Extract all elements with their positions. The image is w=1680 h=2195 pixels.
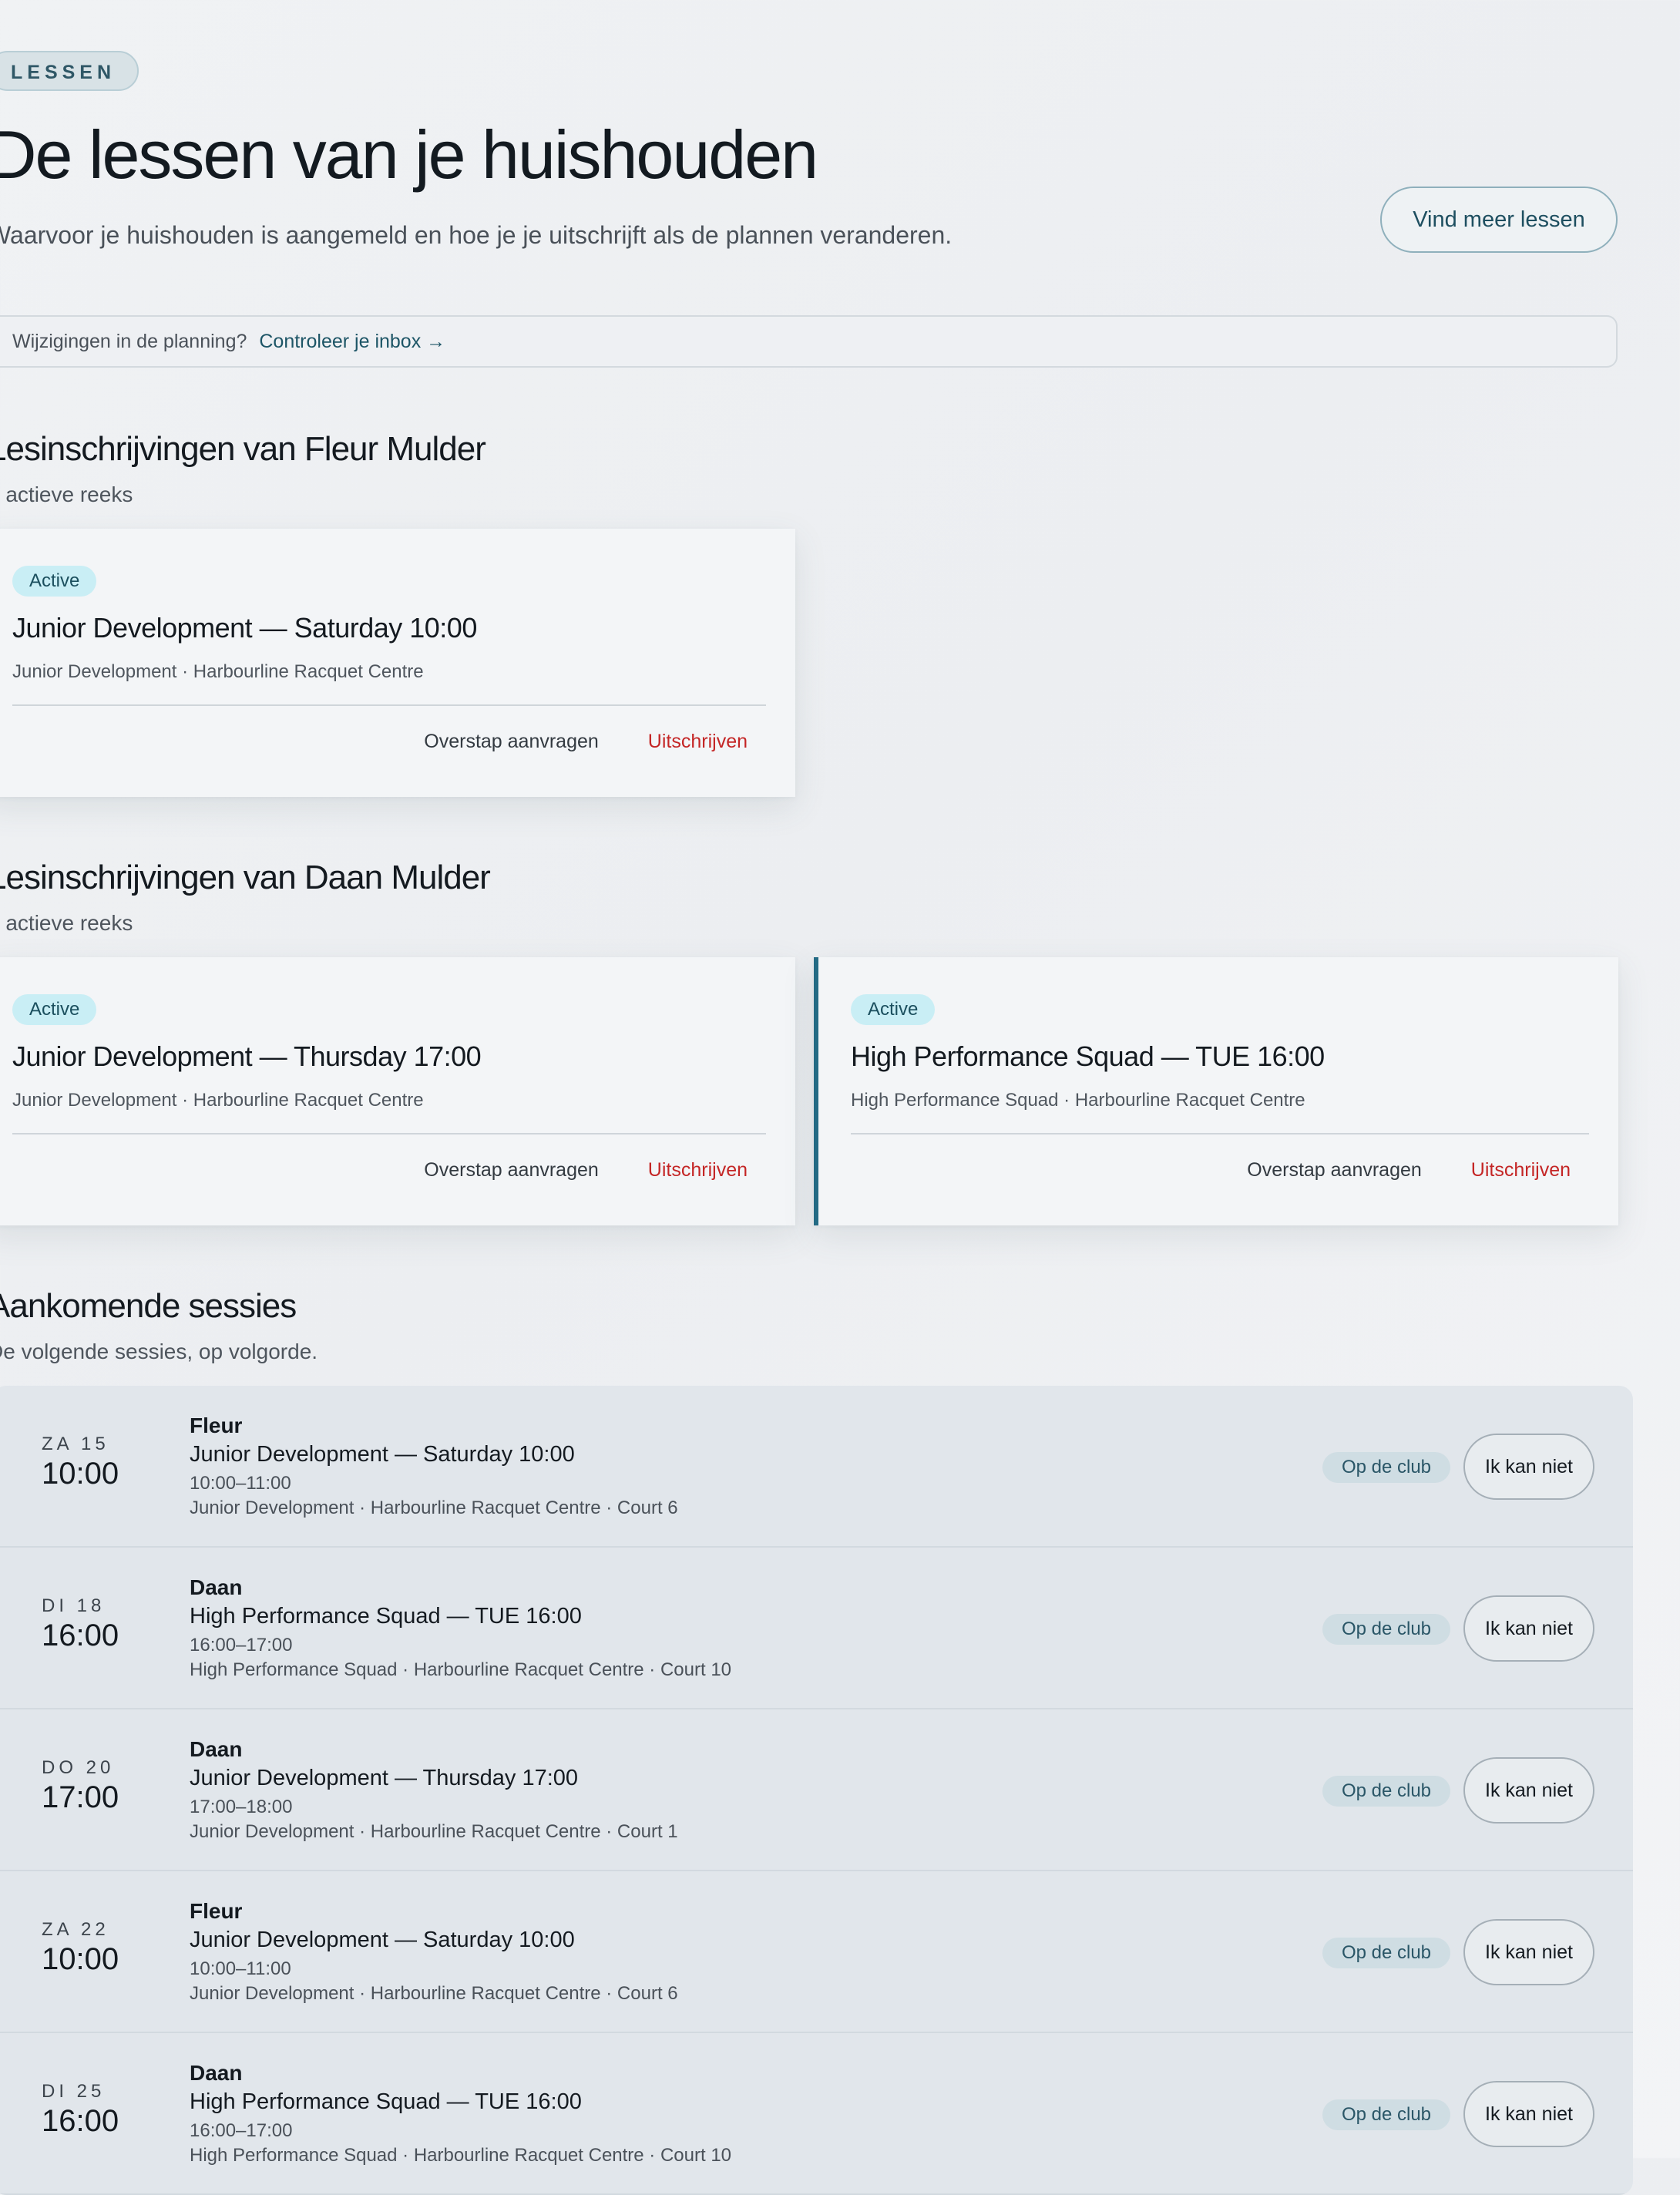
cannot-attend-button[interactable]: Ik kan niet — [1463, 1434, 1594, 1500]
session-person: Fleur — [190, 1413, 243, 1437]
page-title: De lessen van je huishouden — [0, 116, 818, 193]
check-inbox-link[interactable]: Controleer je inbox → — [259, 331, 445, 353]
session-title: Junior Development — Saturday 10:00 — [190, 1928, 575, 1952]
session-range: 10:00–11:00 — [190, 1958, 291, 1979]
session-location: High Performance Squad · Harbourline Rac… — [190, 2145, 732, 2166]
session-title: Junior Development — Thursday 17:00 — [190, 1766, 579, 1790]
request-switch-button[interactable]: Overstap aanvragen — [424, 1159, 599, 1182]
enrollments-count-daan: 2 actieve reeks — [0, 911, 133, 935]
card-actions: Overstap aanvragen Uitschrijven — [424, 1159, 748, 1182]
session-row: DI 25 16:00 Daan High Performance Squad … — [0, 2033, 1633, 2195]
session-person: Daan — [190, 1737, 243, 1761]
session-list: ZA 15 10:00 Fleur Junior Development — S… — [0, 1386, 1633, 2195]
card-divider — [851, 1133, 1589, 1134]
status-badge: Active — [851, 994, 936, 1025]
session-time: 10:00 — [42, 1942, 119, 1976]
find-more-lessons-button[interactable]: Vind meer lessen — [1380, 187, 1618, 253]
request-switch-button[interactable]: Overstap aanvragen — [424, 731, 599, 753]
session-day: ZA 22 — [42, 1919, 109, 1940]
page-subtitle: Waarvoor je huishouden is aangemeld en h… — [0, 221, 953, 249]
enrollment-meta: High Performance Squad · Harbourline Rac… — [851, 1090, 1305, 1111]
session-day: DO 20 — [42, 1757, 115, 1778]
card-actions: Overstap aanvragen Uitschrijven — [424, 731, 748, 753]
session-location: High Performance Squad · Harbourline Rac… — [190, 1659, 732, 1680]
session-range: 17:00–18:00 — [190, 1797, 293, 1817]
session-range: 16:00–17:00 — [190, 1635, 293, 1655]
status-badge: Active — [12, 566, 97, 597]
session-status-badge: Op de club — [1322, 1776, 1450, 1807]
enrollment-card: Active Junior Development — Thursday 17:… — [0, 957, 795, 1225]
session-location: Junior Development · Harbourline Racquet… — [190, 1498, 678, 1518]
section-eyebrow: LESSEN — [0, 51, 139, 91]
session-row: DI 18 16:00 Daan High Performance Squad … — [0, 1548, 1633, 1709]
schedule-notice-text: Wijzigingen in de planning? — [12, 330, 247, 352]
enrollments-title-fleur: Lesinschrijvingen van Fleur Mulder — [0, 430, 486, 468]
session-location: Junior Development · Harbourline Racquet… — [190, 1821, 678, 1842]
session-status-badge: Op de club — [1322, 1452, 1450, 1483]
unsubscribe-button[interactable]: Uitschrijven — [1471, 1159, 1571, 1182]
session-day: DI 25 — [42, 2081, 106, 2102]
card-divider — [12, 704, 766, 706]
session-status-badge: Op de club — [1322, 1938, 1450, 1968]
session-range: 16:00–17:00 — [190, 2120, 293, 2141]
cannot-attend-button[interactable]: Ik kan niet — [1463, 2081, 1594, 2147]
enrollment-meta: Junior Development · Harbourline Racquet… — [12, 661, 424, 682]
session-row: ZA 15 10:00 Fleur Junior Development — S… — [0, 1386, 1633, 1548]
enrollment-card-highlighted: Active High Performance Squad — TUE 16:0… — [814, 957, 1618, 1225]
session-row: DO 20 17:00 Daan Junior Development — Th… — [0, 1709, 1633, 1871]
unsubscribe-button[interactable]: Uitschrijven — [648, 731, 748, 753]
session-time: 16:00 — [42, 2104, 119, 2138]
unsubscribe-button[interactable]: Uitschrijven — [648, 1159, 748, 1182]
session-time: 10:00 — [42, 1457, 119, 1491]
enrollment-title: High Performance Squad — TUE 16:00 — [851, 1040, 1325, 1072]
card-divider — [12, 1133, 766, 1134]
upcoming-sessions-title: Aankomende sessies — [0, 1287, 297, 1325]
session-title: High Performance Squad — TUE 16:00 — [190, 2089, 582, 2114]
enrollment-title: Junior Development — Thursday 17:00 — [12, 1040, 482, 1072]
session-day: DI 18 — [42, 1595, 106, 1616]
card-actions: Overstap aanvragen Uitschrijven — [1247, 1159, 1571, 1182]
cannot-attend-button[interactable]: Ik kan niet — [1463, 1757, 1594, 1824]
session-title: Junior Development — Saturday 10:00 — [190, 1442, 575, 1467]
cannot-attend-button[interactable]: Ik kan niet — [1463, 1595, 1594, 1662]
enrollments-title-daan: Lesinschrijvingen van Daan Mulder — [0, 859, 491, 896]
session-time: 17:00 — [42, 1780, 119, 1814]
session-title: High Performance Squad — TUE 16:00 — [190, 1604, 582, 1629]
session-status-badge: Op de club — [1322, 1614, 1450, 1645]
upcoming-sessions-subtitle: De volgende sessies, op volgorde. — [0, 1340, 318, 1363]
session-status-badge: Op de club — [1322, 2099, 1450, 2130]
session-row: ZA 22 10:00 Fleur Junior Development — S… — [0, 1871, 1633, 2033]
cannot-attend-button[interactable]: Ik kan niet — [1463, 1919, 1594, 1985]
session-location: Junior Development · Harbourline Racquet… — [190, 1983, 678, 2004]
enrollments-count-fleur: 1 actieve reeks — [0, 482, 133, 506]
enrollment-card: Active Junior Development — Saturday 10:… — [0, 529, 795, 797]
session-day: ZA 15 — [42, 1434, 109, 1454]
session-time: 16:00 — [42, 1619, 119, 1652]
session-range: 10:00–11:00 — [190, 1473, 291, 1494]
session-person: Fleur — [190, 1899, 243, 1923]
status-badge: Active — [12, 994, 97, 1025]
enrollment-meta: Junior Development · Harbourline Racquet… — [12, 1090, 424, 1111]
schedule-notice: Wijzigingen in de planning? Controleer j… — [0, 315, 1618, 368]
enrollment-title: Junior Development — Saturday 10:00 — [12, 612, 477, 644]
request-switch-button[interactable]: Overstap aanvragen — [1247, 1159, 1422, 1182]
session-person: Daan — [190, 1575, 243, 1599]
session-person: Daan — [190, 2061, 243, 2085]
